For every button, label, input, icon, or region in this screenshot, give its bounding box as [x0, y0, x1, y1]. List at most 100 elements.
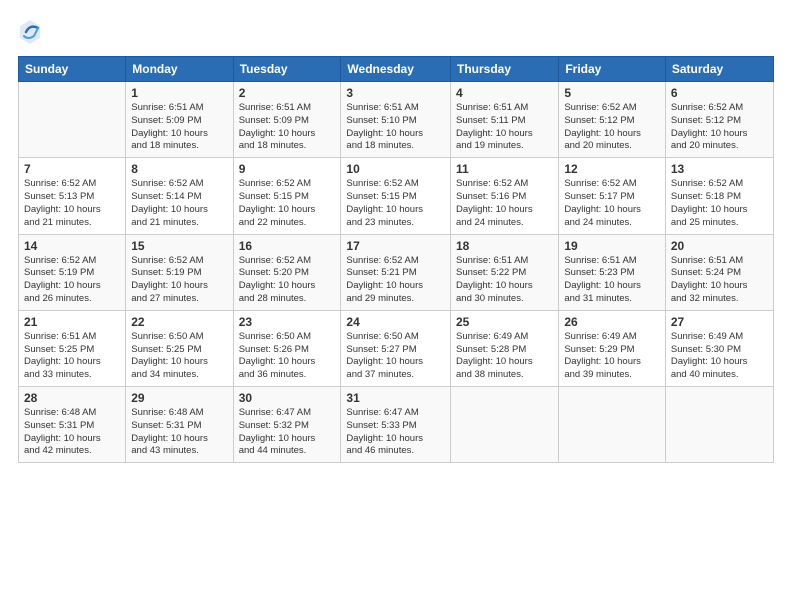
day-info: Sunrise: 6:47 AM Sunset: 5:33 PM Dayligh… [346, 407, 445, 458]
day-info: Sunrise: 6:51 AM Sunset: 5:11 PM Dayligh… [456, 102, 553, 153]
calendar-cell: 9 Sunrise: 6:52 AM Sunset: 5:15 PM Daylig… [233, 158, 341, 234]
day-info: Sunrise: 6:51 AM Sunset: 5:22 PM Dayligh… [456, 255, 553, 306]
day-number: 4 [456, 86, 553, 100]
day-number: 27 [671, 315, 768, 329]
calendar-cell: 13 Sunrise: 6:52 AM Sunset: 5:18 PM Dayli… [665, 158, 773, 234]
calendar-cell: 17Sunrise: 6:52 AM Sunset: 5:21 PM Dayli… [341, 234, 451, 310]
day-info: Sunrise: 6:49 AM Sunset: 5:28 PM Dayligh… [456, 331, 553, 382]
day-info: Sunrise: 6:48 AM Sunset: 5:31 PM Dayligh… [24, 407, 120, 458]
day-number: 11 [456, 162, 553, 176]
day-number: 28 [24, 391, 120, 405]
day-number: 9 [239, 162, 336, 176]
day-number: 30 [239, 391, 336, 405]
calendar-cell: 19Sunrise: 6:51 AM Sunset: 5:23 PM Dayli… [559, 234, 666, 310]
page: SundayMondayTuesdayWednesdayThursdayFrid… [0, 0, 792, 612]
day-info: Sunrise: 6:52 AM Sunset: 5:20 PM Dayligh… [239, 255, 336, 306]
day-number: 16 [239, 239, 336, 253]
calendar-cell: 10 Sunrise: 6:52 AM Sunset: 5:15 PM Dayli… [341, 158, 451, 234]
calendar-cell [665, 387, 773, 463]
calendar-cell: 23Sunrise: 6:50 AM Sunset: 5:26 PM Dayli… [233, 310, 341, 386]
weekday-header: Thursday [451, 57, 559, 82]
day-number: 7 [24, 162, 120, 176]
calendar-cell: 3Sunrise: 6:51 AM Sunset: 5:10 PM Daylig… [341, 82, 451, 158]
weekday-header: Tuesday [233, 57, 341, 82]
calendar-week-row: 1Sunrise: 6:51 AM Sunset: 5:09 PM Daylig… [19, 82, 774, 158]
day-info: Sunrise: 6:51 AM Sunset: 5:09 PM Dayligh… [239, 102, 336, 153]
day-info: Sunrise: 6:52 AM Sunset: 5:17 PM Dayligh… [564, 178, 660, 229]
header [18, 18, 774, 46]
calendar-cell: 15Sunrise: 6:52 AM Sunset: 5:19 PM Dayli… [126, 234, 233, 310]
calendar-week-row: 28 Sunrise: 6:48 AM Sunset: 5:31 PM Dayli… [19, 387, 774, 463]
weekday-header: Friday [559, 57, 666, 82]
day-info: Sunrise: 6:49 AM Sunset: 5:30 PM Dayligh… [671, 331, 768, 382]
calendar-week-row: 14 Sunrise: 6:52 AM Sunset: 5:19 PM Dayli… [19, 234, 774, 310]
day-info: Sunrise: 6:49 AM Sunset: 5:29 PM Dayligh… [564, 331, 660, 382]
calendar-cell: 20 Sunrise: 6:51 AM Sunset: 5:24 PM Dayli… [665, 234, 773, 310]
calendar-cell [559, 387, 666, 463]
day-number: 21 [24, 315, 120, 329]
day-number: 13 [671, 162, 768, 176]
day-info: Sunrise: 6:50 AM Sunset: 5:25 PM Dayligh… [131, 331, 227, 382]
day-number: 29 [131, 391, 227, 405]
day-info: Sunrise: 6:52 AM Sunset: 5:15 PM Dayligh… [346, 178, 445, 229]
calendar-cell: 12Sunrise: 6:52 AM Sunset: 5:17 PM Dayli… [559, 158, 666, 234]
weekday-header: Saturday [665, 57, 773, 82]
calendar-cell: 5 Sunrise: 6:52 AM Sunset: 5:12 PM Daylig… [559, 82, 666, 158]
day-info: Sunrise: 6:51 AM Sunset: 5:25 PM Dayligh… [24, 331, 120, 382]
day-info: Sunrise: 6:52 AM Sunset: 5:12 PM Dayligh… [671, 102, 768, 153]
calendar-cell: 21 Sunrise: 6:51 AM Sunset: 5:25 PM Dayli… [19, 310, 126, 386]
day-number: 22 [131, 315, 227, 329]
calendar-cell: 31 Sunrise: 6:47 AM Sunset: 5:33 PM Dayli… [341, 387, 451, 463]
calendar-cell: 11 Sunrise: 6:52 AM Sunset: 5:16 PM Dayli… [451, 158, 559, 234]
calendar-cell: 16 Sunrise: 6:52 AM Sunset: 5:20 PM Dayli… [233, 234, 341, 310]
calendar-cell: 24 Sunrise: 6:50 AM Sunset: 5:27 PM Dayli… [341, 310, 451, 386]
day-info: Sunrise: 6:51 AM Sunset: 5:23 PM Dayligh… [564, 255, 660, 306]
day-info: Sunrise: 6:48 AM Sunset: 5:31 PM Dayligh… [131, 407, 227, 458]
day-info: Sunrise: 6:51 AM Sunset: 5:10 PM Dayligh… [346, 102, 445, 153]
calendar-cell: 1Sunrise: 6:51 AM Sunset: 5:09 PM Daylig… [126, 82, 233, 158]
calendar: SundayMondayTuesdayWednesdayThursdayFrid… [18, 56, 774, 463]
calendar-cell [451, 387, 559, 463]
day-info: Sunrise: 6:52 AM Sunset: 5:19 PM Dayligh… [131, 255, 227, 306]
day-number: 20 [671, 239, 768, 253]
calendar-cell: 27 Sunrise: 6:49 AM Sunset: 5:30 PM Dayli… [665, 310, 773, 386]
day-info: Sunrise: 6:52 AM Sunset: 5:21 PM Dayligh… [346, 255, 445, 306]
day-info: Sunrise: 6:52 AM Sunset: 5:16 PM Dayligh… [456, 178, 553, 229]
calendar-cell [19, 82, 126, 158]
day-number: 5 [564, 86, 660, 100]
day-info: Sunrise: 6:50 AM Sunset: 5:27 PM Dayligh… [346, 331, 445, 382]
day-number: 8 [131, 162, 227, 176]
day-number: 6 [671, 86, 768, 100]
day-number: 25 [456, 315, 553, 329]
calendar-cell: 28 Sunrise: 6:48 AM Sunset: 5:31 PM Dayli… [19, 387, 126, 463]
logo-icon [18, 18, 42, 46]
weekday-header: Wednesday [341, 57, 451, 82]
day-info: Sunrise: 6:51 AM Sunset: 5:09 PM Dayligh… [131, 102, 227, 153]
day-info: Sunrise: 6:52 AM Sunset: 5:18 PM Dayligh… [671, 178, 768, 229]
calendar-cell: 25 Sunrise: 6:49 AM Sunset: 5:28 PM Dayli… [451, 310, 559, 386]
calendar-cell: 22 Sunrise: 6:50 AM Sunset: 5:25 PM Dayli… [126, 310, 233, 386]
calendar-week-row: 21 Sunrise: 6:51 AM Sunset: 5:25 PM Dayli… [19, 310, 774, 386]
day-number: 14 [24, 239, 120, 253]
day-info: Sunrise: 6:51 AM Sunset: 5:24 PM Dayligh… [671, 255, 768, 306]
day-number: 31 [346, 391, 445, 405]
logo [18, 18, 44, 46]
weekday-header-row: SundayMondayTuesdayWednesdayThursdayFrid… [19, 57, 774, 82]
calendar-cell: 2 Sunrise: 6:51 AM Sunset: 5:09 PM Daylig… [233, 82, 341, 158]
day-info: Sunrise: 6:47 AM Sunset: 5:32 PM Dayligh… [239, 407, 336, 458]
day-info: Sunrise: 6:52 AM Sunset: 5:15 PM Dayligh… [239, 178, 336, 229]
day-info: Sunrise: 6:52 AM Sunset: 5:13 PM Dayligh… [24, 178, 120, 229]
day-number: 23 [239, 315, 336, 329]
day-number: 10 [346, 162, 445, 176]
calendar-cell: 18 Sunrise: 6:51 AM Sunset: 5:22 PM Dayli… [451, 234, 559, 310]
calendar-cell: 6 Sunrise: 6:52 AM Sunset: 5:12 PM Daylig… [665, 82, 773, 158]
day-number: 18 [456, 239, 553, 253]
calendar-cell: 30 Sunrise: 6:47 AM Sunset: 5:32 PM Dayli… [233, 387, 341, 463]
calendar-cell: 26Sunrise: 6:49 AM Sunset: 5:29 PM Dayli… [559, 310, 666, 386]
day-number: 24 [346, 315, 445, 329]
calendar-cell: 8Sunrise: 6:52 AM Sunset: 5:14 PM Daylig… [126, 158, 233, 234]
calendar-week-row: 7 Sunrise: 6:52 AM Sunset: 5:13 PM Daylig… [19, 158, 774, 234]
day-number: 2 [239, 86, 336, 100]
day-info: Sunrise: 6:52 AM Sunset: 5:19 PM Dayligh… [24, 255, 120, 306]
day-info: Sunrise: 6:52 AM Sunset: 5:12 PM Dayligh… [564, 102, 660, 153]
